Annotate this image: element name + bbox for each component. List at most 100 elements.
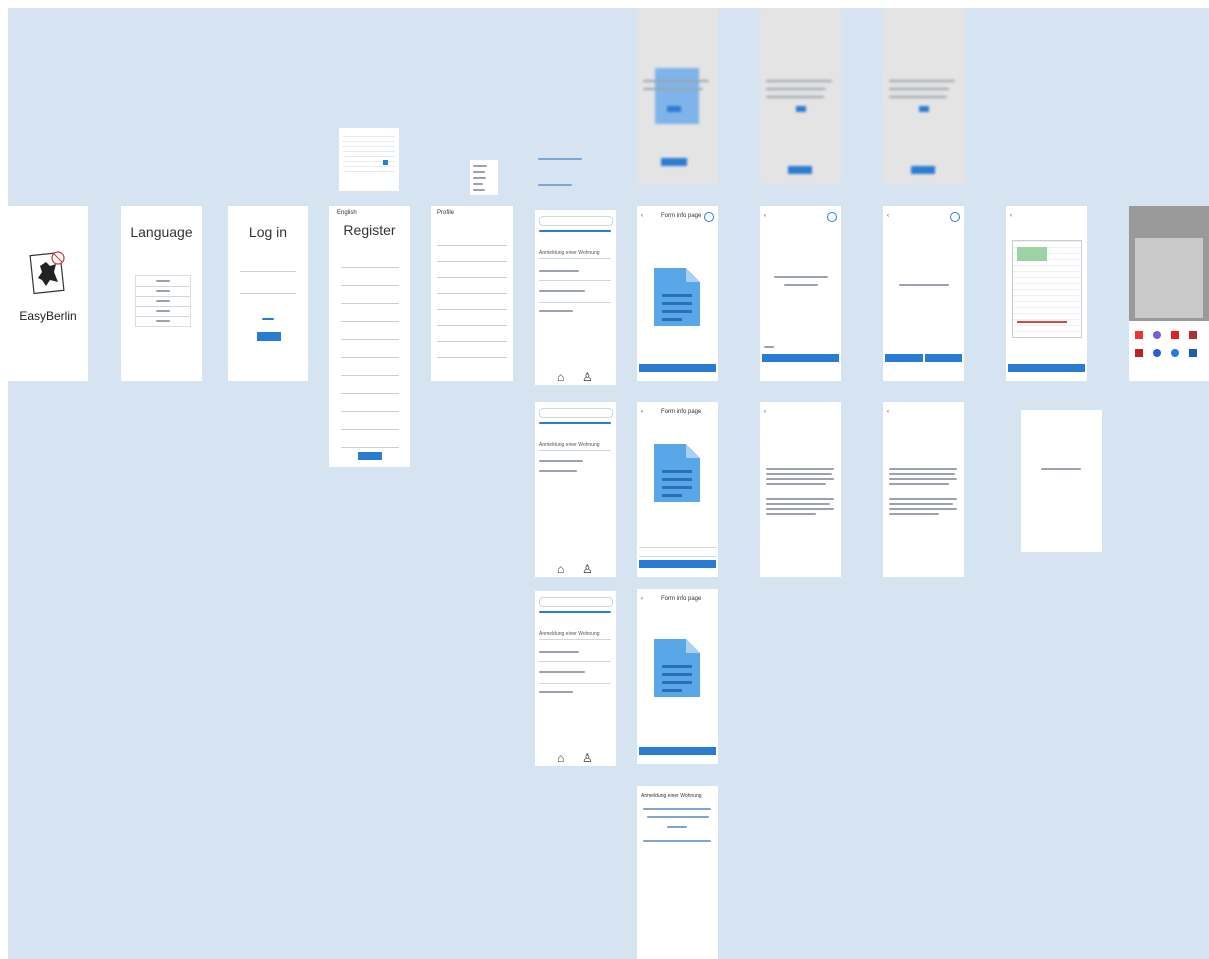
service-list-screen: Anmeldung einer Wohnung ⌂ ♙ xyxy=(535,591,616,766)
document-icon xyxy=(654,639,700,697)
profile-field[interactable] xyxy=(437,252,507,262)
continue-button[interactable] xyxy=(639,364,716,372)
profile-field[interactable] xyxy=(437,284,507,294)
page-title: Anmeldung einer Wohnung xyxy=(641,793,702,799)
service-list-screen: Anmeldung einer Wohnung ⌂ ♙ xyxy=(535,402,616,577)
info-icon[interactable] xyxy=(827,212,837,222)
profile-field[interactable] xyxy=(437,300,507,310)
register-button[interactable] xyxy=(358,452,382,460)
login-button[interactable] xyxy=(257,332,281,341)
postcode-field[interactable] xyxy=(341,366,399,376)
email-field[interactable] xyxy=(240,262,296,272)
nationality-field[interactable] xyxy=(341,330,399,340)
info-icon[interactable] xyxy=(950,212,960,222)
language-list[interactable] xyxy=(135,275,191,327)
last-name-field[interactable] xyxy=(341,276,399,286)
form-document-preview xyxy=(1012,240,1082,338)
back-icon[interactable]: ‹ xyxy=(1010,213,1012,219)
first-name-field[interactable] xyxy=(341,258,399,268)
berlin-bear-logo-icon xyxy=(29,251,65,295)
register-screen: English Register xyxy=(329,206,410,467)
share-button[interactable] xyxy=(1008,364,1085,372)
back-icon[interactable]: ‹ xyxy=(887,213,889,219)
question-screen: ‹ xyxy=(760,206,841,381)
detail-screen: Anmeldung einer Wohnung xyxy=(637,786,718,959)
back-label[interactable]: Profile xyxy=(437,210,454,216)
page-title: Log in xyxy=(248,224,288,240)
search-input[interactable] xyxy=(539,597,613,607)
back-icon[interactable]: ‹ xyxy=(887,409,889,415)
filter-tabs[interactable] xyxy=(539,611,611,613)
back-icon[interactable]: ‹ xyxy=(641,213,643,219)
profile-field[interactable] xyxy=(437,236,507,246)
profile-field[interactable] xyxy=(437,268,507,278)
profile-field[interactable] xyxy=(437,332,507,342)
splash-screen: EasyBerlin xyxy=(8,206,88,381)
share-sheet[interactable] xyxy=(1129,321,1209,381)
design-canvas: EasyBerlin Language Log in English Regis… xyxy=(8,8,1209,959)
home-icon[interactable]: ⌂ xyxy=(557,751,564,765)
page-title: Form info page xyxy=(661,596,702,602)
profile-field[interactable] xyxy=(437,316,507,326)
overlay-screen xyxy=(883,8,964,184)
home-icon[interactable]: ⌂ xyxy=(557,562,564,576)
list-item[interactable]: Anmeldung einer Wohnung xyxy=(539,250,600,256)
email-field[interactable] xyxy=(341,420,399,430)
back-label[interactable]: English xyxy=(337,210,357,216)
overlay-screen xyxy=(637,8,718,184)
list-item[interactable]: Anmeldung einer Wohnung xyxy=(539,631,600,637)
birthday-field[interactable] xyxy=(341,294,399,304)
question-screen: ‹ xyxy=(883,206,964,381)
form-info-screen: ‹ Form info page xyxy=(637,589,718,764)
share-sheet-screen xyxy=(1129,206,1209,381)
legend-text xyxy=(538,184,572,186)
password-field[interactable] xyxy=(341,438,399,448)
password-field[interactable] xyxy=(240,284,296,294)
filter-tabs[interactable] xyxy=(539,230,611,232)
info-text-screen: ‹ xyxy=(760,402,841,577)
dropdown-menu[interactable] xyxy=(470,160,498,195)
gender-field[interactable] xyxy=(341,312,399,322)
overlay-screen xyxy=(760,8,841,184)
search-input[interactable] xyxy=(539,216,613,226)
calendar-grid[interactable] xyxy=(343,136,395,176)
page-title: Form info page xyxy=(661,213,702,219)
date-picker[interactable] xyxy=(339,128,399,191)
page-title: Register xyxy=(343,222,396,238)
yes-button[interactable] xyxy=(762,354,839,362)
filter-tabs[interactable] xyxy=(539,422,611,424)
list-item[interactable]: Anmeldung einer Wohnung xyxy=(539,442,600,448)
page-title: Language xyxy=(130,224,193,240)
register-link[interactable] xyxy=(262,318,274,320)
search-input[interactable] xyxy=(539,408,613,418)
back-icon[interactable]: ‹ xyxy=(641,409,643,415)
back-icon[interactable]: ‹ xyxy=(641,596,643,602)
profile-screen: Profile xyxy=(431,206,513,381)
form-preview-screen: ‹ xyxy=(1006,206,1087,381)
document-icon xyxy=(654,444,700,502)
phone-field[interactable] xyxy=(341,402,399,412)
profile-field[interactable] xyxy=(437,348,507,358)
profile-icon[interactable]: ♙ xyxy=(582,751,593,765)
confirmation-screen xyxy=(1021,410,1102,552)
service-list-screen: Anmeldung einer Wohnung ⌂ ♙ xyxy=(535,210,616,385)
selected-day xyxy=(383,160,388,165)
yes-button[interactable] xyxy=(885,354,923,362)
form-info-screen: ‹ Form info page xyxy=(637,206,718,381)
form-info-screen: ‹ Form info page xyxy=(637,402,718,577)
info-icon[interactable] xyxy=(704,212,714,222)
back-icon[interactable]: ‹ xyxy=(764,409,766,415)
legend-text xyxy=(538,158,582,160)
continue-button[interactable] xyxy=(639,747,716,755)
app-name: EasyBerlin xyxy=(19,309,77,323)
language-screen: Language xyxy=(121,206,202,381)
no-button[interactable] xyxy=(925,354,962,362)
street-field[interactable] xyxy=(341,348,399,358)
profile-icon[interactable]: ♙ xyxy=(582,370,593,384)
home-icon[interactable]: ⌂ xyxy=(557,370,564,384)
back-icon[interactable]: ‹ xyxy=(764,213,766,219)
profile-icon[interactable]: ♙ xyxy=(582,562,593,576)
continue-button[interactable] xyxy=(639,560,716,568)
city-field[interactable] xyxy=(341,384,399,394)
login-screen: Log in xyxy=(228,206,308,381)
